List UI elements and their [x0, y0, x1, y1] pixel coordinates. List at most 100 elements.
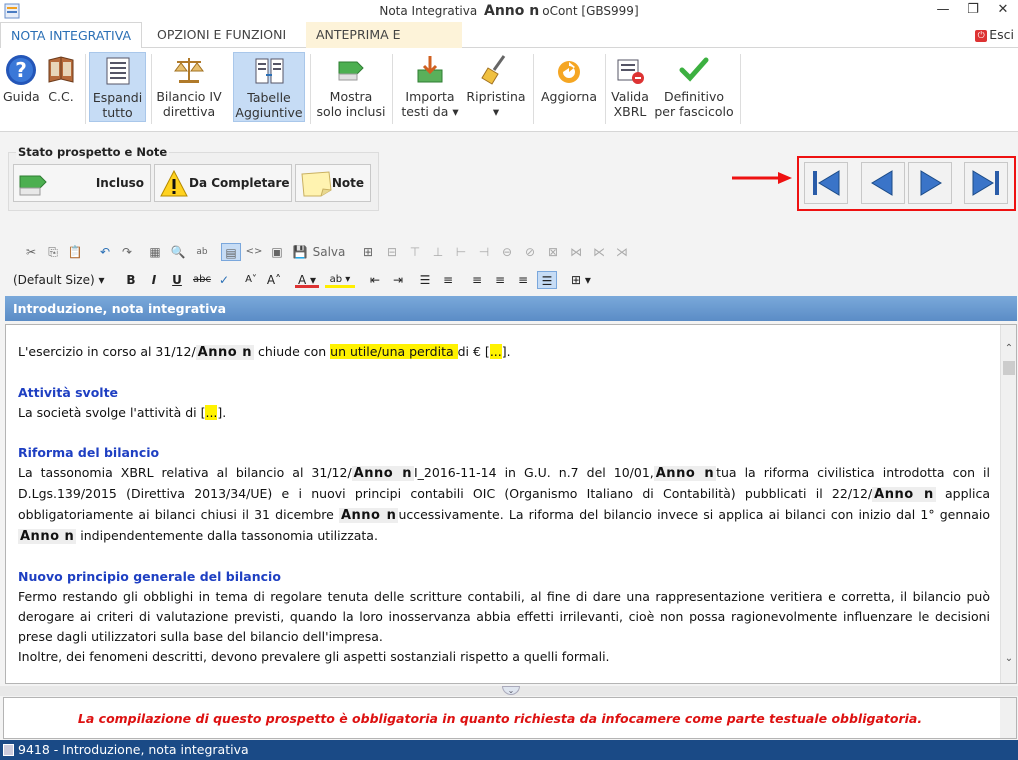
select-all-icon[interactable]: ▦: [147, 243, 163, 261]
note-button[interactable]: Note: [295, 164, 371, 202]
delete-row-icon[interactable]: ⊖: [499, 243, 515, 261]
insert-col-right-icon[interactable]: ⊣: [476, 243, 492, 261]
indent-icon[interactable]: ⇥: [390, 271, 406, 289]
anno-placeholder: Anno n: [653, 466, 717, 481]
tabelle-aggiuntive-button[interactable]: Tabelle Aggiuntive: [233, 52, 305, 122]
ripristina-button[interactable]: Ripristina ▾: [464, 52, 528, 122]
note-scrollbar[interactable]: [1000, 698, 1016, 738]
align-left-icon[interactable]: ≡: [469, 271, 485, 289]
mostra-inclusi-button[interactable]: Mostra solo inclusi: [316, 52, 386, 122]
table-props-icon[interactable]: ⊟: [384, 243, 400, 261]
cc-button[interactable]: C.C.: [44, 52, 78, 122]
close-button[interactable]: ✕: [988, 0, 1018, 22]
find-icon[interactable]: 🔍: [170, 243, 186, 261]
aggiorna-label: Aggiorna: [540, 89, 598, 104]
valida-xbrl-button[interactable]: Valida XBRL: [610, 52, 650, 122]
scroll-down-icon[interactable]: ⌄: [1003, 653, 1015, 665]
italic-button[interactable]: I: [146, 271, 162, 289]
panel-splitter[interactable]: ⌄: [0, 686, 1018, 696]
incluso-label: Incluso: [95, 176, 144, 190]
green-flag-icon: [19, 175, 47, 196]
note-panel: La compilazione di questo prospetto è ob…: [3, 697, 1017, 739]
da-completare-button[interactable]: Da Completare: [154, 164, 292, 202]
splitter-grip-icon[interactable]: ⌄: [502, 686, 520, 695]
esci-button[interactable]: ⏻ Esci: [975, 27, 1014, 42]
status-text: 9418 - Introduzione, nota integrativa: [18, 742, 249, 757]
preview-icon[interactable]: ▣: [268, 243, 286, 261]
replace-icon[interactable]: ab: [193, 243, 211, 261]
espandi-label-2: tutto: [102, 105, 133, 120]
ribbon: ? Guida C.C. Espandi tutto Bilancio IV dir…: [0, 48, 1018, 132]
bold-button[interactable]: B: [123, 271, 139, 289]
font-size-select[interactable]: (Default Size) ▾: [13, 271, 117, 289]
last-page-button[interactable]: [964, 162, 1008, 204]
incluso-button[interactable]: Incluso: [13, 164, 151, 202]
editor-scrollbar[interactable]: ⌃ ⌄: [1000, 325, 1016, 683]
save-icon[interactable]: 💾: [291, 243, 309, 261]
html-view-icon[interactable]: <>: [245, 243, 263, 261]
paste-icon[interactable]: 📋: [67, 243, 83, 261]
bullet-list-icon[interactable]: ☰: [417, 271, 433, 289]
guida-button[interactable]: ? Guida: [3, 52, 40, 122]
previous-icon: [871, 170, 893, 196]
numbered-list-icon[interactable]: ≡: [440, 271, 456, 289]
minimize-button[interactable]: —: [928, 0, 958, 22]
split-vertical-icon[interactable]: ⋊: [614, 243, 630, 261]
next-page-button[interactable]: [908, 162, 952, 204]
redo-icon[interactable]: ↷: [119, 243, 135, 261]
split-cells-icon[interactable]: ⋉: [591, 243, 607, 261]
decrease-font-icon[interactable]: A˅: [243, 271, 259, 289]
insert-col-left-icon[interactable]: ⊢: [453, 243, 469, 261]
importa-label-2: testi da ▾: [401, 104, 459, 119]
tab-anteprima-stampa[interactable]: ANTEPRIMA E STAMPA: [306, 22, 462, 68]
tab-nota-integrativa[interactable]: NOTA INTEGRATIVA: [0, 22, 143, 49]
outdent-icon[interactable]: ⇤: [367, 271, 383, 289]
spellcheck-icon[interactable]: ✓: [215, 271, 233, 289]
editor-content[interactable]: L'esercizio in corso al 31/12/Anno n chi…: [18, 342, 990, 667]
font-color-button[interactable]: A ▾: [295, 271, 319, 288]
ribbon-separator: [151, 54, 152, 124]
cut-icon[interactable]: ✂: [23, 243, 39, 261]
borders-button[interactable]: ⊞ ▾: [566, 271, 596, 289]
ribbon-separator: [392, 54, 393, 124]
aggiorna-button[interactable]: Aggiorna: [538, 52, 600, 122]
justify-icon[interactable]: ☰: [537, 271, 557, 289]
underline-button[interactable]: U: [169, 271, 185, 289]
insert-table-icon[interactable]: ⊞: [360, 243, 376, 261]
merge-cells-icon[interactable]: ⋈: [568, 243, 584, 261]
show-formatting-icon[interactable]: ▤: [221, 243, 241, 261]
text-span: indipendentemente dalla tassonomia utili…: [80, 528, 378, 543]
mostra-label-1: Mostra: [329, 89, 373, 104]
strikethrough-button[interactable]: abc: [192, 271, 212, 289]
save-button[interactable]: Salva: [312, 243, 346, 261]
insert-row-above-icon[interactable]: ⊤: [407, 243, 423, 261]
espandi-tutto-button[interactable]: Espandi tutto: [89, 52, 146, 122]
ribbon-separator: [310, 54, 311, 124]
previous-page-button[interactable]: [861, 162, 905, 204]
restore-button[interactable]: ❐: [958, 0, 988, 22]
definitivo-fascicolo-button[interactable]: Definitivo per fascicolo: [654, 52, 734, 122]
delete-col-icon[interactable]: ⊘: [522, 243, 538, 261]
title-bar: Nota Integrativa Anno n oCont [GBS999] — …: [0, 0, 1018, 22]
scrollbar-thumb[interactable]: [1003, 361, 1015, 375]
bilancio-iv-button[interactable]: Bilancio IV direttiva: [155, 52, 223, 122]
delete-table-icon[interactable]: ⊠: [545, 243, 561, 261]
editor-toolbar-1: ✂ ⎘ 📋 ↶ ↷ ▦ 🔍 ab ▤ <> ▣ 💾 Salva ⊞ ⊟ ⊤ ⊥ …: [5, 239, 645, 265]
copy-icon[interactable]: ⎘: [45, 243, 61, 261]
undo-icon[interactable]: ↶: [97, 243, 113, 261]
text-span: uccessivamente. La riforma del bilancio …: [398, 507, 990, 522]
validate-icon: [617, 59, 644, 84]
increase-font-icon[interactable]: A˄: [266, 271, 282, 289]
tab-opzioni-funzioni[interactable]: OPZIONI E FUNZIONI: [147, 22, 296, 48]
first-page-button[interactable]: [804, 162, 848, 204]
insert-row-below-icon[interactable]: ⊥: [430, 243, 446, 261]
importa-testi-button[interactable]: Importa testi da ▾: [398, 52, 462, 122]
align-center-icon[interactable]: ≡: [492, 271, 508, 289]
scroll-up-icon[interactable]: ⌃: [1003, 343, 1015, 355]
rich-text-editor[interactable]: L'esercizio in corso al 31/12/Anno n chi…: [5, 324, 1017, 684]
status-bar: 9418 - Introduzione, nota integrativa: [0, 740, 1018, 760]
highlight-color-button[interactable]: ab ▾: [325, 271, 355, 288]
align-right-icon[interactable]: ≡: [515, 271, 531, 289]
importa-label-1: Importa: [405, 89, 455, 104]
text-span: I_2016-11-14 in G.U. n.7 del 10/01,: [414, 465, 654, 480]
